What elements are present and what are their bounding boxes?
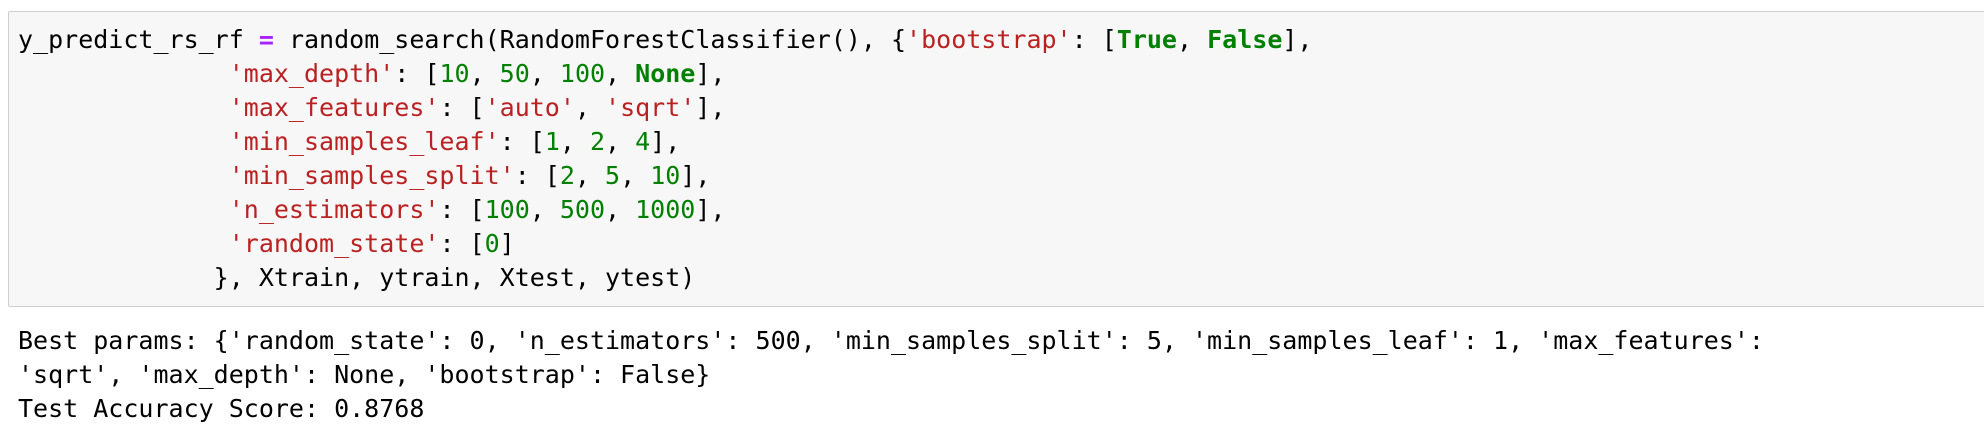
code-token: 1	[544, 127, 560, 156]
code-token: : [	[439, 229, 485, 258]
code-token: 100	[559, 59, 606, 88]
code-token: ]	[499, 229, 515, 258]
code-line: y_predict_rs_rf = random_search(RandomFo…	[18, 23, 1312, 57]
code-token: : [	[1071, 25, 1117, 54]
code-token: 'sqrt'	[605, 93, 696, 122]
code-token: : [	[439, 195, 485, 224]
code-line: 'min_samples_leaf': [1, 2, 4],	[18, 125, 1312, 159]
code-token: : [	[394, 59, 440, 88]
code-token: 'max_depth'	[228, 59, 395, 88]
code-token: random_search(RandomForestClassifier(), …	[273, 25, 907, 54]
code-token: ,	[559, 127, 590, 156]
code-token: ,	[605, 127, 636, 156]
code-token: ],	[695, 195, 726, 224]
code-token: 'random_state'	[228, 229, 440, 258]
code-token: : [	[514, 161, 560, 190]
code-token: y_predict_rs_rf	[18, 25, 259, 54]
cell-output: Best params: {'random_state': 0, 'n_esti…	[18, 324, 1764, 426]
code-token: ],	[680, 161, 711, 190]
notebook: y_predict_rs_rf = random_search(RandomFo…	[0, 0, 1984, 442]
output-line: 'sqrt', 'max_depth': None, 'bootstrap': …	[18, 360, 711, 389]
code-token: 2	[559, 161, 575, 190]
code-token: ,	[574, 93, 606, 122]
code-token: : [	[439, 93, 485, 122]
code-token: 'min_samples_leaf'	[228, 127, 500, 156]
output-line: Best params: {'random_state': 0, 'n_esti…	[18, 326, 1764, 355]
code-token: 1000	[635, 195, 696, 224]
code-line: 'min_samples_split': [2, 5, 10],	[18, 159, 1312, 193]
code-token: 'n_estimators'	[228, 195, 440, 224]
code-token: ,	[529, 59, 560, 88]
code-token: 10	[439, 59, 470, 88]
code-token: ],	[695, 93, 726, 122]
code-token: 500	[559, 195, 606, 224]
code-line: }, Xtrain, ytrain, Xtest, ytest)	[18, 261, 1312, 295]
code-token: False	[1207, 25, 1283, 54]
code-token: ,	[620, 161, 651, 190]
code-token: }, Xtrain, ytrain, Xtest, ytest)	[18, 263, 696, 292]
code-token: 0	[484, 229, 500, 258]
code-line: 'max_depth': [10, 50, 100, None],	[18, 57, 1312, 91]
code-token: ,	[469, 59, 500, 88]
code-token: True	[1116, 25, 1177, 54]
code-token: ,	[529, 195, 560, 224]
code-token: ,	[605, 195, 636, 224]
code-token: ,	[605, 59, 636, 88]
output-line: Test Accuracy Score: 0.8768	[18, 394, 425, 423]
code-token: ,	[1177, 25, 1208, 54]
code-token: 10	[650, 161, 681, 190]
code-token: ],	[1282, 25, 1313, 54]
code-token: 'bootstrap'	[906, 25, 1072, 54]
code-token: ],	[695, 59, 726, 88]
code-token: ],	[650, 127, 681, 156]
code-token: 5	[605, 161, 621, 190]
code-token: 2	[589, 127, 606, 156]
code-token: 100	[484, 195, 530, 224]
code-token: None	[635, 59, 696, 88]
code-token: 4	[635, 127, 651, 156]
code-line: 'max_features': ['auto', 'sqrt'],	[18, 91, 1312, 125]
code-token: ,	[574, 161, 606, 190]
code-token: =	[258, 25, 274, 54]
code-line: 'n_estimators': [100, 500, 1000],	[18, 193, 1312, 227]
code-token: 'min_samples_split'	[228, 161, 515, 190]
code-token: 'auto'	[484, 93, 575, 122]
code-token: 50	[499, 59, 530, 88]
code-editor[interactable]: y_predict_rs_rf = random_search(RandomFo…	[18, 23, 1312, 295]
code-token: 'max_features'	[228, 93, 440, 122]
code-token: : [	[499, 127, 545, 156]
code-line: 'random_state': [0]	[18, 227, 1312, 261]
